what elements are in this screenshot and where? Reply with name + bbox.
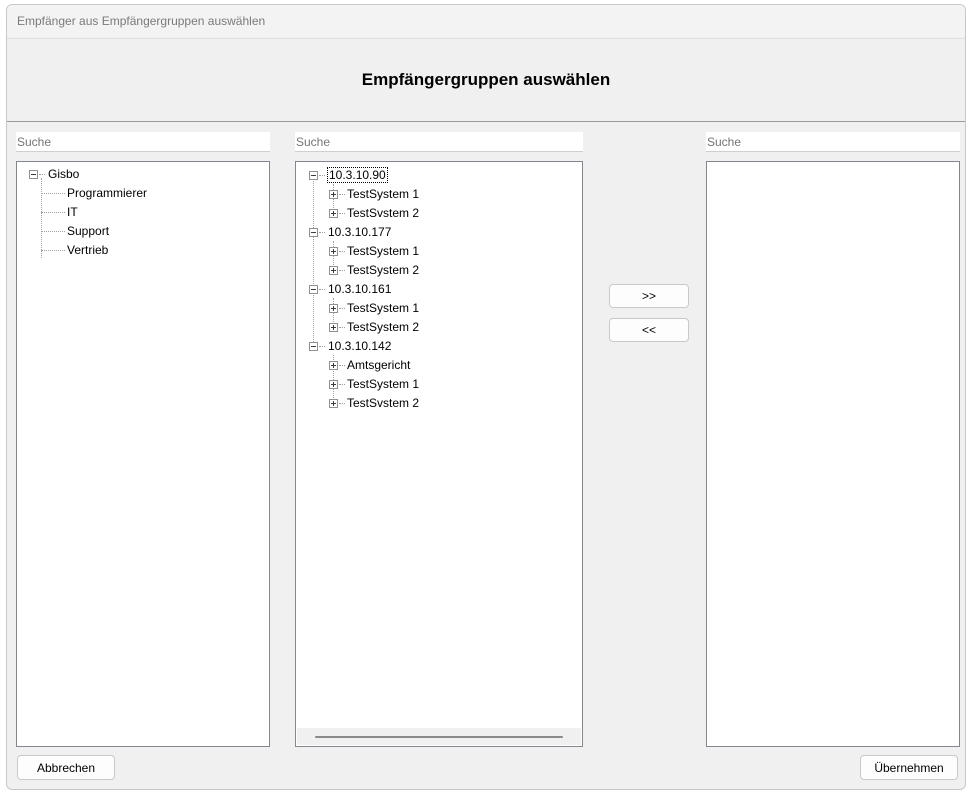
server-node-3[interactable]: 10.3.10.161 (328, 280, 391, 298)
middle-search-input[interactable] (295, 132, 583, 152)
tree-node-vertrieb[interactable]: Vertrieb (67, 241, 108, 259)
expand-icon[interactable] (329, 209, 338, 218)
apply-button[interactable]: Übernehmen (860, 755, 958, 780)
remove-button[interactable]: << (609, 318, 689, 342)
expand-icon[interactable] (329, 399, 338, 408)
expand-icon[interactable] (329, 323, 338, 332)
tree-node-system[interactable]: TestSystem 1 (347, 185, 419, 203)
tree-node-system[interactable]: TestSystem 1 (347, 299, 419, 317)
expand-icon[interactable] (329, 190, 338, 199)
page-title: Empfängergruppen auswählen (361, 70, 611, 89)
tree-node-system[interactable]: TestSvstem 2 (347, 394, 419, 412)
horizontal-scrollbar[interactable] (297, 728, 581, 745)
server-node-2[interactable]: 10.3.10.177 (328, 223, 391, 241)
tree-node-amtsgericht[interactable]: Amtsgericht (347, 356, 410, 374)
tree-node-system[interactable]: TestSvstem 2 (347, 204, 419, 222)
collapse-icon[interactable] (309, 171, 318, 180)
collapse-icon[interactable] (29, 170, 38, 179)
tree-node-system[interactable]: TestSystem 2 (347, 261, 419, 279)
expand-icon[interactable] (329, 247, 338, 256)
scrollbar-thumb[interactable] (315, 736, 563, 738)
collapse-icon[interactable] (309, 342, 318, 351)
add-button[interactable]: >> (609, 284, 689, 308)
expand-icon[interactable] (329, 380, 338, 389)
left-group-tree[interactable]: Gisbo Programmierer IT Support Vertrieb (16, 161, 270, 747)
collapse-icon[interactable] (309, 285, 318, 294)
cancel-button[interactable]: Abbrechen (17, 755, 115, 780)
selected-recipients-list[interactable] (706, 161, 960, 747)
server-node-1[interactable]: 10.3.10.90 (327, 166, 388, 184)
tree-node-system[interactable]: TestSystem 2 (347, 318, 419, 336)
header-banner: Empfängergruppen auswählen (7, 38, 965, 122)
tree-node-programmierer[interactable]: Programmierer (67, 184, 147, 202)
tree-node-it[interactable]: IT (67, 203, 78, 221)
left-search-input[interactable] (16, 132, 270, 152)
window-title: Empfänger aus Empfängergruppen auswählen (7, 5, 965, 37)
right-search-input[interactable] (706, 132, 960, 152)
server-node-4[interactable]: 10.3.10.142 (328, 337, 391, 355)
expand-icon[interactable] (329, 266, 338, 275)
tree-node-gisbo[interactable]: Gisbo (48, 165, 79, 183)
tree-node-support[interactable]: Support (67, 222, 109, 240)
collapse-icon[interactable] (309, 228, 318, 237)
dialog-window: Empfänger aus Empfängergruppen auswählen… (6, 4, 966, 790)
expand-icon[interactable] (329, 361, 338, 370)
expand-icon[interactable] (329, 304, 338, 313)
server-label: 10.3.10.90 (327, 167, 388, 183)
tree-node-system[interactable]: TestSystem 1 (347, 375, 419, 393)
server-tree[interactable]: 10.3.10.90 TestSystem 1 TestSvstem 2 10.… (295, 161, 583, 747)
tree-node-system[interactable]: TestSystem 1 (347, 242, 419, 260)
